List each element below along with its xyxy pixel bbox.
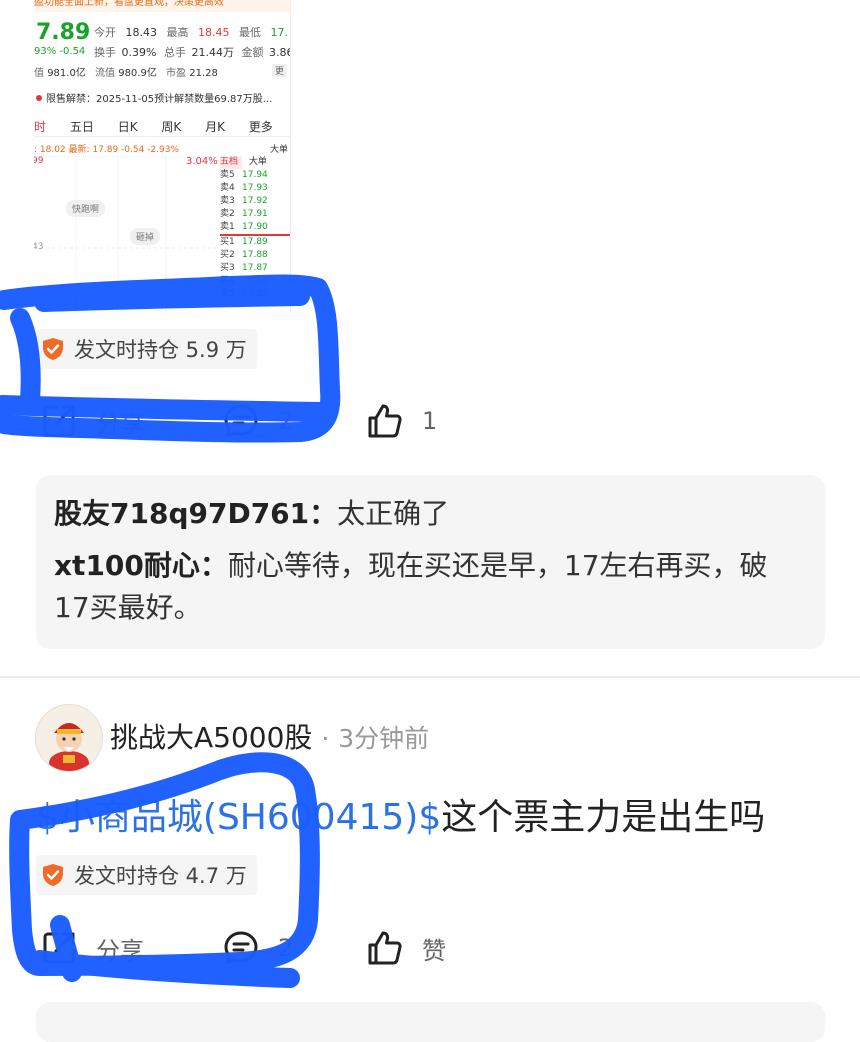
comment-preview-box[interactable]: 股友718q97D761：太正确了 xt100耐心：耐心等待，现在买还是早，17… bbox=[36, 475, 825, 649]
thumbs-up-icon bbox=[368, 931, 402, 965]
post-author-line: 挑战大A5000股 · 3分钟前 bbox=[110, 721, 430, 754]
comment-icon bbox=[224, 404, 258, 437]
author-name[interactable]: 挑战大A5000股 bbox=[110, 721, 312, 754]
ask-row: 卖5 17.94 bbox=[220, 170, 268, 180]
comment-text: 太正确了 bbox=[337, 497, 450, 530]
post-divider bbox=[0, 676, 860, 678]
avatar[interactable] bbox=[35, 704, 103, 772]
stock-price: 7.89 bbox=[36, 20, 91, 45]
quote-row-2: 换手 0.39% 总手 21.44万 金额 3.86 bbox=[94, 46, 290, 59]
intraday-summary: : 18.02 最新: 17.89 -0.54 -2.93% 大单 bbox=[34, 145, 289, 155]
share-button[interactable]: 分享 bbox=[40, 402, 144, 440]
comment-item: xt100耐心：耐心等待，现在买还是早，17左右再买，破 17买最好。 bbox=[54, 545, 807, 629]
chart-bubble: 砸掉 bbox=[130, 228, 161, 245]
promo-banner: 盈功能全面上新，看盘更直观，决策更高效 bbox=[34, 0, 290, 12]
comment-username[interactable]: xt100耐心： bbox=[54, 549, 228, 582]
share-icon bbox=[43, 932, 75, 964]
bid-row: 买4 17.86 bbox=[220, 276, 268, 286]
bid-row: 买5 17.85 bbox=[220, 289, 268, 299]
intraday-chart: 99 3.04% 43 快跑啊 砸掉 bbox=[34, 155, 220, 312]
share-button[interactable]: 分享 bbox=[40, 929, 144, 967]
comment-button[interactable]: 2 bbox=[222, 929, 293, 967]
comment-username[interactable]: 股友718q97D761： bbox=[54, 497, 337, 530]
bid-row: 买1 17.89 bbox=[220, 237, 268, 247]
quote-row-1: 今开 18.43 最高 18.45 最低 17. bbox=[94, 26, 288, 39]
comment-item: 股友718q97D761：太正确了 bbox=[54, 493, 807, 535]
shield-check-icon bbox=[43, 864, 63, 886]
bid-row: 买2 17.88 bbox=[220, 250, 268, 260]
comment-icon bbox=[224, 931, 258, 964]
post-content[interactable]: $小商品城(SH600415)$这个票主力是出生吗 bbox=[36, 788, 765, 840]
post-time: 3分钟前 bbox=[338, 724, 430, 753]
bid-row: 买3 17.87 bbox=[220, 263, 268, 273]
like-button[interactable]: 赞 bbox=[366, 929, 446, 967]
share-icon bbox=[43, 405, 75, 437]
stock-screenshot-image[interactable]: 盈功能全面上新，看盘更直观，决策更高效 7.89 93% -0.54 今开 18… bbox=[34, 0, 291, 312]
post-body-text: 这个票主力是出生吗 bbox=[441, 797, 766, 838]
holding-badge: 发文时持仓 4.7 万 bbox=[36, 855, 257, 895]
ask-row: 卖4 17.93 bbox=[220, 183, 268, 193]
order-book: 五档 大单 卖5 17.94 卖4 17.93 卖3 17.92 卖2 17.91 卖1… bbox=[220, 156, 290, 312]
ask-row: 卖2 17.91 bbox=[220, 209, 268, 219]
holding-badge: 发文时持仓 5.9 万 bbox=[36, 329, 257, 369]
stock-change: 93% -0.54 bbox=[34, 46, 86, 57]
chart-tabs: 时 五日 日K 周K 月K 更多 bbox=[34, 118, 290, 137]
comment-button[interactable]: 2 bbox=[222, 402, 293, 440]
comment-text: 耐心等待，现在买还是早，17左右再买，破 bbox=[227, 549, 768, 582]
shield-check-icon bbox=[43, 338, 63, 360]
like-button[interactable]: 1 bbox=[366, 402, 437, 440]
ask-row: 卖3 17.92 bbox=[220, 196, 268, 206]
ask-row: 卖1 17.90 bbox=[220, 221, 290, 236]
stock-link[interactable]: $小商品城(SH600415)$ bbox=[36, 797, 441, 838]
quote-row-3: 值 981.0亿 流值 980.9亿 市盈 21.28 更 bbox=[34, 64, 288, 79]
thumbs-up-icon bbox=[368, 404, 402, 438]
chart-bubble: 快跑啊 bbox=[66, 200, 106, 217]
comment-text-continued: 17买最好。 bbox=[54, 591, 202, 624]
fortune-god-avatar-icon bbox=[36, 705, 102, 771]
next-comment-box bbox=[36, 1002, 825, 1042]
unlock-notice: 限售解禁：2025-11-05预计解禁数量69.87万股... bbox=[34, 90, 290, 104]
